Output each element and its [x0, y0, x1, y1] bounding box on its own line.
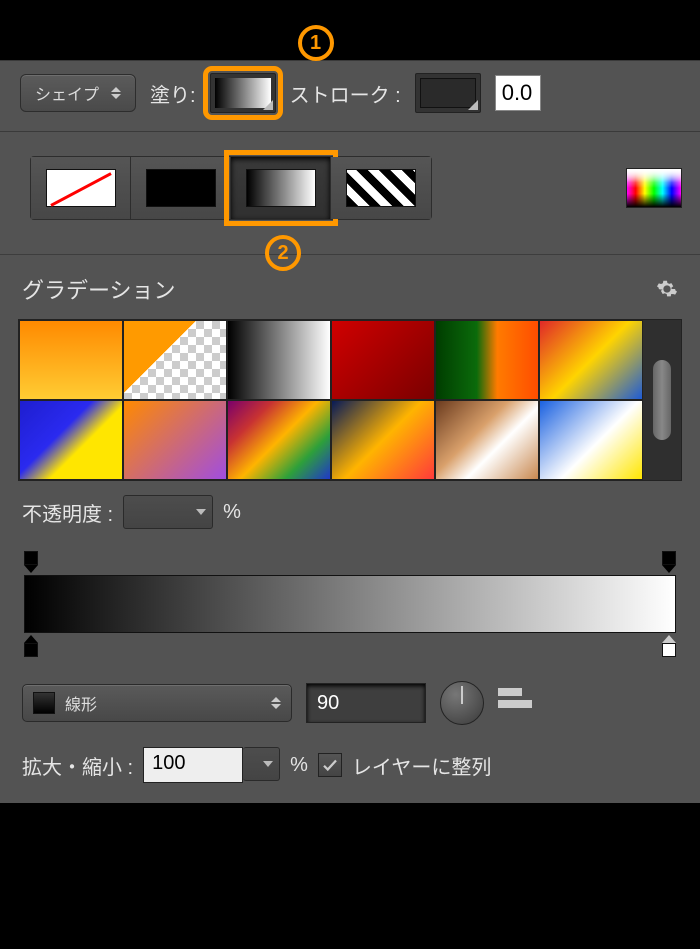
- dropdown-arrow-icon: [196, 509, 206, 515]
- gradient-preset[interactable]: [227, 320, 331, 400]
- gradient-preset[interactable]: [435, 320, 539, 400]
- gradient-preset[interactable]: [435, 400, 539, 480]
- percent-sign: %: [290, 754, 308, 777]
- dropdown-corner-icon: [468, 100, 478, 110]
- dropdown-arrows-icon: [111, 87, 121, 99]
- no-fill-icon: [46, 169, 116, 207]
- align-to-layer-label: レイヤーに整列: [352, 751, 491, 780]
- tool-mode-dropdown[interactable]: シェイプ: [20, 74, 136, 112]
- opacity-label: 不透明度 :: [22, 498, 113, 527]
- fill-type-gradient[interactable]: 2: [231, 157, 331, 219]
- stroke-label: ストローク :: [290, 79, 401, 108]
- solid-fill-icon: [146, 169, 216, 207]
- color-stop-left[interactable]: [22, 635, 40, 659]
- angle-input[interactable]: [306, 683, 426, 723]
- gradient-preset[interactable]: [19, 400, 123, 480]
- gradient-preset[interactable]: [331, 320, 435, 400]
- opacity-stop-right[interactable]: [660, 551, 678, 573]
- fill-swatch[interactable]: [210, 73, 276, 113]
- gradient-type-select[interactable]: 線形: [22, 684, 292, 722]
- opacity-stop-left[interactable]: [22, 551, 40, 573]
- dropdown-arrows-icon: [271, 697, 281, 709]
- scale-dropdown-button[interactable]: [243, 747, 280, 781]
- dropdown-arrow-icon: [263, 761, 273, 767]
- gear-icon[interactable]: [656, 278, 678, 300]
- fill-label: 塗り:: [150, 79, 196, 108]
- reverse-gradient-button[interactable]: [498, 688, 532, 718]
- gradient-preset[interactable]: [227, 400, 331, 480]
- color-stop-right[interactable]: [660, 635, 678, 659]
- gradient-preset[interactable]: [123, 400, 227, 480]
- gradient-bar[interactable]: [24, 575, 676, 633]
- gradient-type-label: 線形: [65, 691, 97, 715]
- align-to-layer-checkbox[interactable]: [318, 753, 342, 777]
- opacity-input[interactable]: [123, 495, 213, 529]
- tool-mode-label: シェイプ: [35, 81, 99, 105]
- gradient-editor[interactable]: [22, 549, 678, 659]
- scrollbar-thumb[interactable]: [653, 360, 671, 440]
- annotation-badge-2: 2: [265, 235, 301, 271]
- pattern-fill-icon: [346, 169, 416, 207]
- scale-label: 拡大・縮小 :: [22, 751, 133, 780]
- gradient-title: グラデーション: [22, 273, 176, 305]
- color-picker-button[interactable]: [626, 168, 682, 208]
- fill-type-none[interactable]: [31, 157, 131, 219]
- gradient-preset[interactable]: [123, 320, 227, 400]
- fill-type-solid[interactable]: [131, 157, 231, 219]
- fill-type-group: 2: [30, 156, 432, 220]
- stroke-swatch[interactable]: [415, 73, 481, 113]
- fill-type-pattern[interactable]: [331, 157, 431, 219]
- angle-dial[interactable]: [440, 681, 484, 725]
- gradient-preset[interactable]: [539, 400, 643, 480]
- gradient-preset[interactable]: [539, 320, 643, 400]
- stroke-width-input[interactable]: 0.0: [495, 75, 541, 111]
- gradient-fill-icon: [246, 169, 316, 207]
- gradient-preset[interactable]: [19, 320, 123, 400]
- gradient-type-icon: [33, 692, 55, 714]
- percent-sign: %: [223, 501, 241, 524]
- scale-input[interactable]: 100: [143, 747, 243, 783]
- dropdown-corner-icon: [263, 100, 273, 110]
- gradient-preset-grid: [18, 319, 682, 481]
- gradient-preset[interactable]: [331, 400, 435, 480]
- annotation-badge-1: 1: [298, 25, 334, 61]
- preset-scrollbar[interactable]: [643, 320, 681, 480]
